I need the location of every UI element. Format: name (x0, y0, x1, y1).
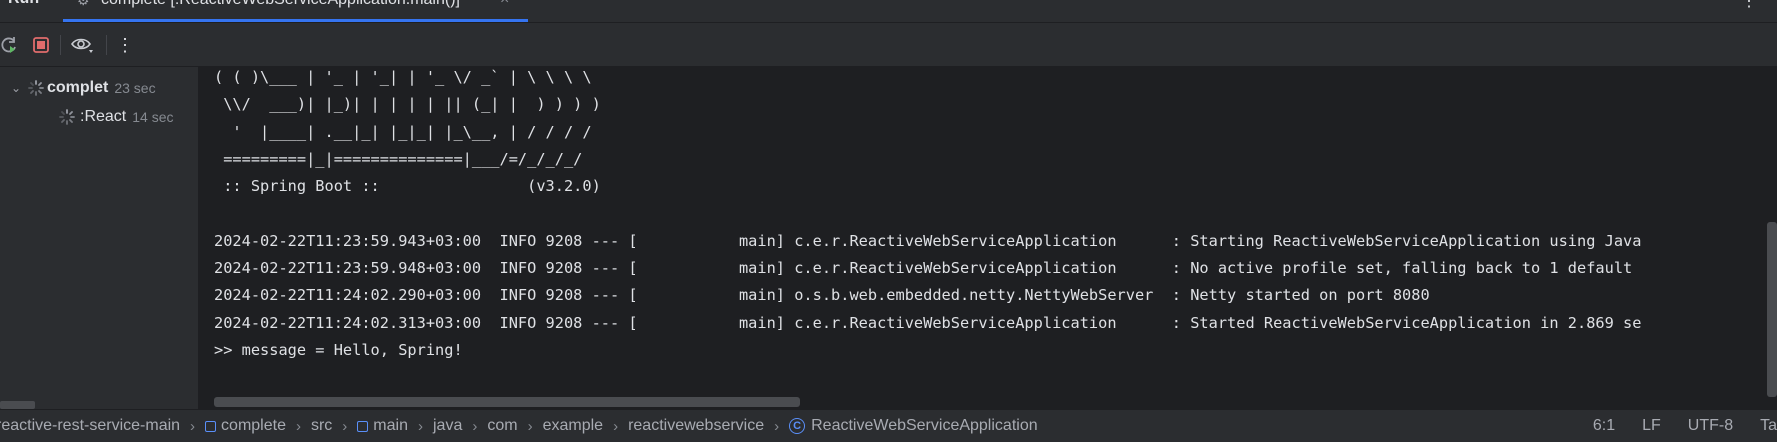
breadcrumb-label: example (542, 417, 604, 434)
breadcrumb-separator: › (295, 417, 301, 435)
caret-position[interactable]: 6:1 (1593, 417, 1615, 435)
console-line: 2024-02-22T11:23:59.943+03:00 INFO 9208 … (214, 231, 1642, 250)
console-line: 2024-02-22T11:24:02.290+03:00 INFO 9208 … (214, 286, 1430, 305)
console-line: =========|_|==============|___/=/_/_/_/ (214, 149, 583, 168)
tree-item-name: :React (80, 108, 127, 125)
console-line: >> message = Hello, Spring! (214, 340, 463, 359)
tree-item-duration: 14 sec (132, 109, 174, 125)
toolbar-separator (106, 35, 107, 55)
tree-horizontal-scrollbar[interactable] (0, 401, 35, 409)
console-line: \\/ ___)| |_)| | | | | || (_| | ) ) ) ) (214, 95, 601, 114)
status-bar: reactive-rest-service-main › complete › src ›… (0, 409, 1777, 442)
console-line: 2024-02-22T11:23:59.948+03:00 INFO 9208 … (214, 259, 1633, 278)
breadcrumb-separator: › (774, 417, 780, 435)
console-vertical-scrollbar[interactable] (1767, 222, 1777, 397)
breadcrumb-item[interactable]: reactive-rest-service-main › (0, 417, 205, 435)
breadcrumb-label: main (373, 417, 408, 434)
tree-item-react[interactable]: :React 14 sec (58, 105, 174, 129)
breadcrumb-item[interactable]: reactivewebservice › (628, 417, 789, 435)
console-line: ' |____| .__|_| |_|_| |_\__, | / / / / (214, 122, 592, 141)
breadcrumb-separator: › (472, 417, 478, 435)
breadcrumb-label: com (487, 417, 518, 434)
stop-icon[interactable] (29, 33, 53, 57)
tree-item-duration: 23 sec (114, 80, 156, 96)
console-text: ( ( )\___ | '_ | '_| | '_ \/ _` | \ \ \ … (214, 67, 1641, 364)
breadcrumb-label: reactivewebservice (628, 417, 765, 434)
breadcrumb-item[interactable]: java › (433, 417, 487, 435)
run-tool-window-header: Run ⚙ complete [:ReactiveWebServiceAppli… (0, 0, 1777, 23)
breadcrumb-label: reactive-rest-service-main (0, 417, 181, 434)
breadcrumb-label: src (310, 417, 333, 434)
tab-complete-run[interactable]: ⚙ complete [:ReactiveWebServiceApplicati… (63, 0, 528, 22)
breadcrumb-item[interactable]: com › (487, 417, 542, 435)
module-icon (357, 420, 369, 432)
more-options-icon[interactable]: ⋮ (1741, 0, 1757, 11)
breadcrumb-separator: › (342, 417, 348, 435)
file-encoding[interactable]: UTF-8 (1688, 417, 1733, 435)
tree-item-name: complet (47, 79, 109, 96)
breadcrumb-item[interactable]: example › (543, 417, 628, 435)
breadcrumb-separator: › (190, 417, 196, 435)
breadcrumb-item[interactable]: C ReactiveWebServiceApplication (789, 417, 1038, 435)
breadcrumb-item[interactable]: src › (311, 417, 357, 435)
line-separator[interactable]: LF (1642, 417, 1661, 435)
indent-setting[interactable]: Ta (1760, 417, 1777, 435)
module-icon (205, 420, 217, 432)
console-horizontal-scrollbar[interactable] (214, 397, 800, 407)
more-vert-icon[interactable]: ⋮ (113, 33, 137, 57)
breadcrumb-item[interactable]: main › (357, 417, 433, 435)
tree-item-complet[interactable]: ⌄ complet 23 sec (11, 76, 156, 100)
view-icon[interactable] (70, 33, 94, 57)
breadcrumb: reactive-rest-service-main › complete › src ›… (0, 410, 1038, 442)
breadcrumb-label: ReactiveWebServiceApplication (811, 417, 1038, 434)
close-icon[interactable]: × (500, 0, 509, 9)
console-line: ( ( )\___ | '_ | '_| | '_ \/ _` | \ \ \ … (214, 68, 592, 86)
breadcrumb-label: complete (221, 417, 286, 434)
breadcrumb-item[interactable]: complete › (205, 417, 311, 435)
console-line: 2024-02-22T11:24:02.313+03:00 INFO 9208 … (214, 313, 1642, 332)
rerun-icon[interactable] (0, 33, 21, 57)
run-title[interactable]: Run (8, 0, 39, 8)
loading-spinner-icon (28, 80, 44, 96)
console-line: :: Spring Boot :: (v3.2.0) (214, 177, 601, 196)
tab-label: complete [:ReactiveWebServiceApplication… (101, 0, 460, 9)
chevron-down-icon[interactable]: ⌄ (11, 81, 25, 95)
breadcrumb-separator: › (613, 417, 619, 435)
active-tab-indicator (63, 19, 528, 22)
loading-spinner-icon (59, 109, 75, 125)
console-output[interactable]: ( ( )\___ | '_ | '_| | '_ \/ _` | \ \ \ … (199, 67, 1777, 409)
class-icon: C (789, 418, 806, 434)
status-widgets: 6:1 LF UTF-8 Ta (1566, 410, 1777, 442)
breadcrumb-separator: › (417, 417, 423, 435)
breadcrumb-separator: › (527, 417, 533, 435)
run-tree-panel: ⌄ complet 23 sec:React 14 sec (0, 67, 199, 409)
run-config-icon: ⚙ (77, 0, 90, 8)
run-toolbar: ⋮ (0, 23, 1777, 67)
toolbar-separator (60, 35, 61, 55)
breadcrumb-label: java (432, 417, 463, 434)
